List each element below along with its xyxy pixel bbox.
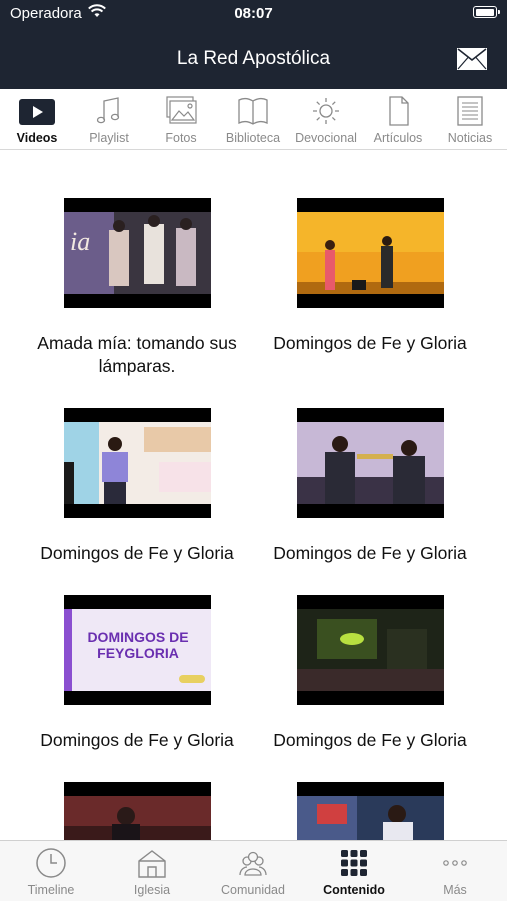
- tab-label: Fotos: [165, 131, 197, 145]
- tab-label: Videos: [16, 131, 58, 145]
- music-note-icon: [96, 97, 120, 124]
- video-frame: [297, 422, 444, 504]
- bottom-tab-label: Contenido: [323, 883, 385, 897]
- grid-icon: [341, 850, 367, 876]
- video-frame: [297, 212, 444, 294]
- app-header: Operadora 08:07 La Red Apostólica: [0, 0, 507, 89]
- tab-label: Artículos: [373, 131, 423, 145]
- photos-icon: [166, 96, 197, 124]
- battery-icon: [473, 6, 500, 18]
- video-thumbnail[interactable]: [297, 408, 444, 518]
- video-title[interactable]: Domingos de Fe y Gloria: [253, 729, 487, 752]
- bottom-tab-iglesia[interactable]: Iglesia: [102, 841, 202, 901]
- video-title[interactable]: Domingos de Fe y Gloria: [253, 332, 487, 355]
- video-thumbnail[interactable]: ia: [64, 198, 211, 308]
- tab-playlist[interactable]: Playlist: [73, 89, 145, 149]
- sun-icon: [313, 98, 339, 124]
- status-time: 08:07: [234, 5, 273, 22]
- news-icon: [457, 96, 483, 126]
- video-frame: [297, 609, 444, 691]
- video-grid: ia Amada mía: tomando sus lámparas. Domi…: [0, 150, 507, 840]
- bottom-tab-mas[interactable]: Más: [405, 841, 505, 901]
- bottom-tab-comunidad[interactable]: Comunidad: [203, 841, 303, 901]
- document-icon: [389, 96, 409, 126]
- video-frame: ia: [64, 212, 211, 294]
- video-frame: DOMINGOS DE FEYGLORIA: [64, 609, 211, 691]
- mail-icon[interactable]: [457, 48, 487, 70]
- tab-label: Biblioteca: [225, 131, 281, 145]
- bottom-tab-label: Comunidad: [221, 883, 285, 897]
- bottom-tab-label: Más: [443, 883, 467, 897]
- tab-articulos[interactable]: Artículos: [362, 89, 434, 149]
- church-icon: [138, 850, 166, 878]
- more-icon: [443, 860, 467, 866]
- tab-label: Playlist: [89, 131, 129, 145]
- video-thumbnail[interactable]: [64, 782, 211, 840]
- community-icon: [239, 851, 267, 876]
- status-bar: Operadora 08:07: [0, 0, 507, 28]
- video-frame: [64, 796, 211, 840]
- video-thumbnail[interactable]: DOMINGOS DE FEYGLORIA: [64, 595, 211, 705]
- bottom-tab-label: Iglesia: [133, 883, 171, 897]
- clock-icon: [36, 848, 66, 878]
- page-title: La Red Apostólica: [176, 48, 331, 69]
- video-thumbnail[interactable]: [64, 408, 211, 518]
- video-thumbnail[interactable]: [297, 782, 444, 840]
- bottom-tab-label: Timeline: [27, 883, 75, 897]
- tab-noticias[interactable]: Noticias: [434, 89, 506, 149]
- tab-videos[interactable]: Videos: [1, 89, 73, 149]
- tab-label: Noticias: [447, 131, 493, 145]
- video-frame: [297, 796, 444, 840]
- tab-label: Devocional: [295, 131, 357, 145]
- video-title[interactable]: Domingos de Fe y Gloria: [253, 542, 487, 565]
- video-title[interactable]: Domingos de Fe y Gloria: [20, 729, 254, 752]
- bottom-tab-bar: Timeline Iglesia Comunidad Contenido Más: [0, 840, 507, 901]
- video-thumbnail[interactable]: [297, 595, 444, 705]
- svg-text:ia: ia: [70, 227, 90, 256]
- tab-fotos[interactable]: Fotos: [145, 89, 217, 149]
- book-icon: [238, 97, 268, 125]
- thumbnail-title-text: DOMINGOS DE FEYGLORIA: [87, 629, 189, 661]
- video-title[interactable]: Amada mía: tomando sus lámparas.: [20, 332, 254, 378]
- video-frame: [64, 422, 211, 504]
- video-title[interactable]: Domingos de Fe y Gloria: [20, 542, 254, 565]
- bottom-tab-contenido[interactable]: Contenido: [304, 841, 404, 901]
- bottom-tab-timeline[interactable]: Timeline: [1, 841, 101, 901]
- tab-devocional[interactable]: Devocional: [290, 89, 362, 149]
- content-tabs: Videos Playlist Fotos Biblioteca Devocio…: [0, 89, 507, 150]
- video-thumbnail[interactable]: [297, 198, 444, 308]
- tab-biblioteca[interactable]: Biblioteca: [217, 89, 289, 149]
- play-icon: [19, 99, 55, 125]
